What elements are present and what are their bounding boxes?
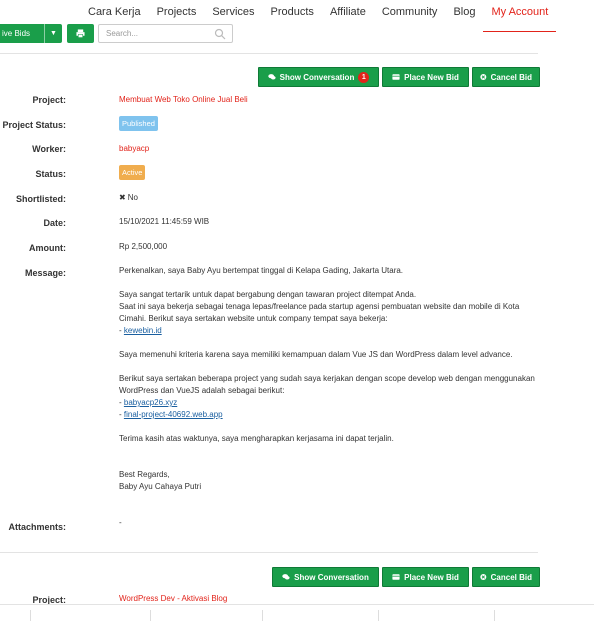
message-body: Perkenalkan, saya Baby Ayu bertempat tin… (119, 265, 544, 505)
amount-value: Rp 2,500,000 (119, 242, 168, 251)
message-line: Saat ini saya bekerja sebagai tenaga lep… (119, 302, 520, 323)
message-paragraph: Saya sangat tertarik untuk dapat bergabu… (119, 289, 544, 337)
project-status-label: Project Status: (2, 120, 66, 130)
status-label: Status: (35, 169, 66, 179)
place-new-bid-label: Place New Bid (404, 572, 459, 582)
message-paragraph: Terima kasih atas waktunya, saya menghar… (119, 434, 394, 443)
footer-tick (150, 610, 151, 621)
footer-divider (0, 604, 594, 605)
bid-actions: Show Conversation Place New Bid Cancel B… (272, 567, 540, 587)
footer-tick (378, 610, 379, 621)
message-paragraph: Saya memenuhi kriteria karena saya memil… (119, 350, 513, 359)
nav-item-blog[interactable]: Blog (445, 0, 483, 32)
amount-label: Amount: (29, 243, 66, 253)
show-conversation-label: Show Conversation (294, 572, 369, 582)
message-line: Saya sangat tertarik untuk dapat bergabu… (119, 290, 417, 299)
show-conversation-button[interactable]: Show Conversation (272, 567, 379, 587)
active-status-badge: Active (119, 165, 146, 180)
message-paragraph: Berikut saya sertakan beberapa project y… (119, 373, 544, 421)
conversation-count-badge: 1 (358, 71, 370, 83)
project-link[interactable]: Membuat Web Toko Online Jual Beli (119, 95, 248, 104)
attachments-label: Attachments: (8, 522, 66, 532)
cancel-bid-button[interactable]: Cancel Bid (472, 67, 540, 87)
print-icon (76, 29, 85, 38)
divider (0, 552, 538, 553)
search-box (98, 24, 233, 43)
bid-actions: Show Conversation 1 Place New Bid Cancel… (258, 67, 540, 87)
kewebin-link[interactable]: kewebin.id (124, 326, 162, 335)
cancel-bid-button[interactable]: Cancel Bid (472, 567, 540, 587)
comments-icon (282, 574, 290, 580)
active-bids-label: ive Bids (2, 29, 31, 38)
babyacp26-link[interactable]: babyacp26.xyz (124, 398, 177, 407)
nav-item-affiliate[interactable]: Affiliate (322, 0, 374, 32)
show-conversation-label: Show Conversation (279, 72, 355, 82)
cancel-icon (480, 74, 487, 80)
footer-tick (262, 610, 263, 621)
message-label: Message: (24, 268, 66, 278)
nav-item-my-account[interactable]: My Account (483, 0, 557, 32)
gavel-icon (392, 574, 400, 580)
message-paragraph: Perkenalkan, saya Baby Ayu bertempat tin… (119, 266, 404, 275)
cancel-icon (480, 574, 487, 580)
date-label: Date: (43, 218, 66, 228)
divider (0, 53, 538, 54)
footer-tick (30, 610, 31, 621)
final-project-link[interactable]: final-project-40692.web.app (124, 410, 223, 419)
print-button[interactable] (67, 24, 94, 43)
search-input[interactable] (99, 25, 209, 42)
signature-line: Baby Ayu Cahaya Putri (119, 482, 202, 491)
date-value: 15/10/2021 11:45:59 WIB (119, 217, 210, 226)
nav-item-community[interactable]: Community (374, 0, 446, 32)
worker-label: Worker: (32, 144, 66, 154)
gavel-icon (392, 74, 400, 80)
comments-icon (267, 74, 276, 80)
place-new-bid-button[interactable]: Place New Bid (382, 567, 469, 587)
times-icon: ✖ (119, 193, 126, 202)
show-conversation-button[interactable]: Show Conversation 1 (258, 67, 379, 87)
active-bids-button[interactable]: ive Bids ▼ (0, 24, 62, 43)
message-signature: Best Regards, Baby Ayu Cahaya Putri (119, 469, 544, 493)
chevron-down-icon[interactable]: ▼ (44, 24, 62, 43)
project-label: Project: (32, 95, 66, 105)
place-new-bid-label: Place New Bid (404, 72, 459, 82)
shortlisted-value: No (127, 193, 138, 202)
message-line: Berikut saya sertakan beberapa project y… (119, 374, 535, 395)
published-status-badge: Published (119, 116, 158, 131)
shortlisted-label: Shortlisted: (15, 194, 66, 204)
place-new-bid-button[interactable]: Place New Bid (382, 67, 469, 87)
footer-tick (494, 610, 495, 621)
cancel-bid-label: Cancel Bid (490, 72, 532, 82)
cancel-bid-label: Cancel Bid (490, 572, 532, 582)
project-link[interactable]: WordPress Dev - Aktivasi Blog (119, 594, 227, 603)
nav-item-products[interactable]: Products (263, 0, 322, 32)
signature-line: Best Regards, (119, 470, 170, 479)
search-icon[interactable] (214, 28, 226, 40)
worker-link[interactable]: babyacp (119, 144, 149, 153)
attachments-value: - (119, 518, 122, 527)
